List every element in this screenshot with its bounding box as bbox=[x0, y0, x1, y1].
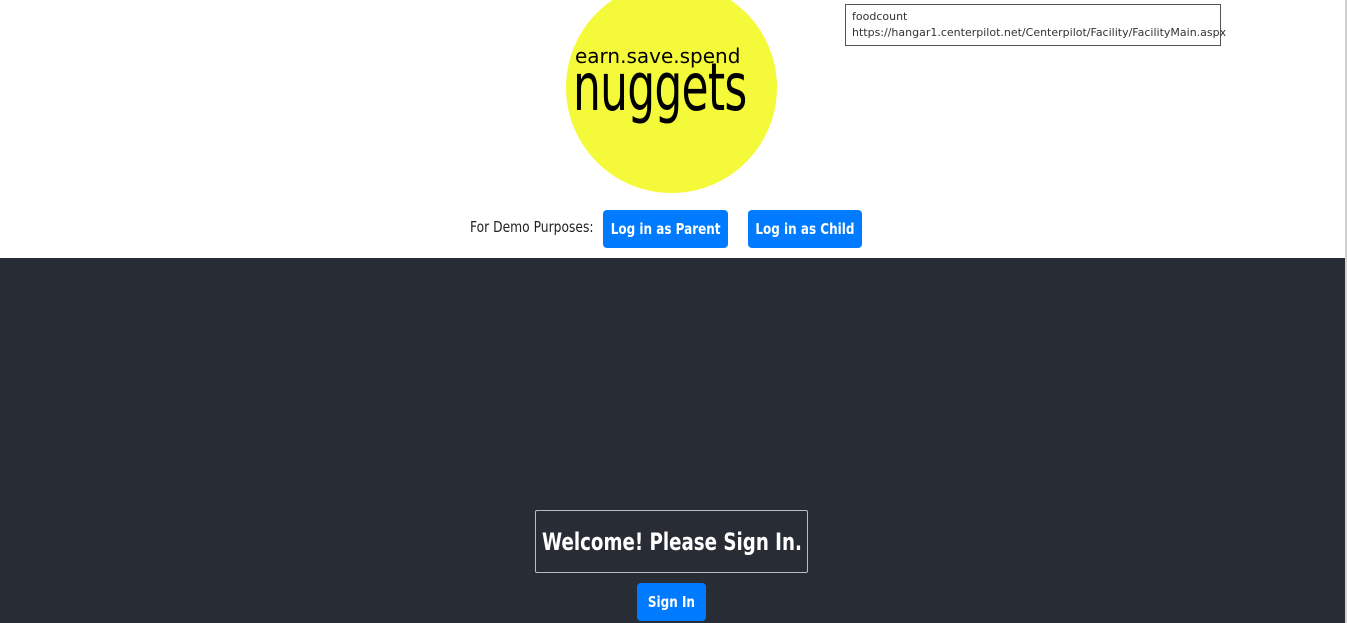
header-section: earn.save.spend nuggets foodcount https:… bbox=[0, 0, 1347, 258]
tooltip: foodcount https://hangar1.centerpilot.ne… bbox=[845, 4, 1227, 46]
login-parent-label: Log in as Parent bbox=[610, 220, 721, 238]
logo-wordmark: nuggets bbox=[573, 49, 747, 126]
demo-label: For Demo Purposes: bbox=[470, 218, 594, 236]
welcome-text: Welcome! Please Sign In. bbox=[541, 527, 802, 556]
login-child-label: Log in as Child bbox=[755, 220, 855, 238]
login-parent-button[interactable]: Log in as Parent bbox=[603, 210, 728, 248]
tooltip-title: foodcount bbox=[852, 10, 908, 23]
welcome-message: Welcome! Please Sign In. bbox=[535, 510, 808, 573]
login-child-button[interactable]: Log in as Child bbox=[748, 210, 862, 248]
tooltip-url: https://hangar1.centerpilot.net/Centerpi… bbox=[852, 26, 1227, 39]
sign-in-button[interactable]: Sign In bbox=[637, 583, 706, 621]
sign-in-label: Sign In bbox=[647, 593, 696, 611]
